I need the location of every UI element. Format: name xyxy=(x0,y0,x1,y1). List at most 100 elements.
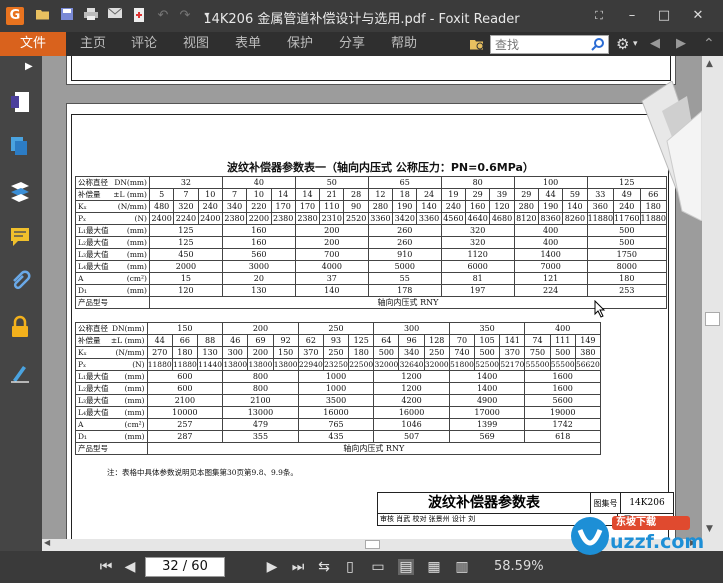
table-cell: 180 xyxy=(348,346,375,359)
close-button[interactable]: ✕ xyxy=(686,6,710,26)
table-cell: 160 xyxy=(221,224,296,237)
minimize-button[interactable]: – xyxy=(620,6,644,26)
table-cell: 23250 xyxy=(322,358,350,371)
tab-view[interactable]: 视图 xyxy=(183,32,209,56)
table-cell: 4900 xyxy=(448,394,526,407)
stroke-row: 补偿量 ±L (mm) 44 66 88 46 69 92 62 93 125 … xyxy=(74,334,602,347)
previous-page-icon[interactable]: ◀ xyxy=(122,559,138,575)
table-cell: 18 xyxy=(392,188,418,201)
table-cell: 70 xyxy=(448,334,476,347)
forward-arrow-icon[interactable]: ▶ xyxy=(676,32,686,56)
tab-help[interactable]: 帮助 xyxy=(391,32,417,56)
row-unit: (cm²) xyxy=(110,418,148,431)
table-cell: 13800 xyxy=(222,358,249,371)
model-row: 产品型号 轴向内压式 RNY xyxy=(75,296,668,309)
horizontal-scroll-thumb[interactable] xyxy=(365,540,380,549)
table-cell: 253 xyxy=(586,284,668,297)
table-cell: 11880 xyxy=(146,358,173,371)
table-cell: 44 xyxy=(537,188,564,201)
table-cell: 29 xyxy=(465,188,491,201)
model-row: 产品型号 轴向内压式 RNY xyxy=(75,442,602,455)
single-page-view-icon[interactable]: ▯ xyxy=(342,559,358,575)
scroll-left-icon[interactable]: ◀ xyxy=(44,538,50,547)
table-cell: 59 xyxy=(562,188,588,201)
table-cell: 10 xyxy=(197,188,223,201)
layers-icon[interactable] xyxy=(9,135,33,159)
table-cell: 90 xyxy=(343,200,369,213)
table-cell: 569 xyxy=(448,430,526,443)
page-number-input[interactable]: 32 / 60 xyxy=(145,557,225,577)
table-cell: 64 xyxy=(373,334,400,347)
p-label: Pₓ xyxy=(75,212,114,225)
collapse-ribbon-icon[interactable]: ⌃ xyxy=(703,32,715,56)
attachments-icon[interactable] xyxy=(9,270,33,294)
watermark-subtitle: 东坡下载 xyxy=(616,517,656,528)
fullscreen-icon[interactable]: ⛶ xyxy=(587,6,611,26)
table-cell: 52500 xyxy=(474,358,501,371)
table-cell: 200 xyxy=(294,236,369,249)
table-cell: 200 xyxy=(294,224,369,237)
back-arrow-icon[interactable]: ◀ xyxy=(650,32,660,56)
settings-gear-icon[interactable]: ⚙ xyxy=(616,32,629,56)
table-cell: 1600 xyxy=(524,370,601,383)
document-viewport[interactable]: 波纹补偿器参数表一（轴向内压式 公称压力：PN=0.6MPa） 公称直径 DN(… xyxy=(42,56,702,539)
l4-row: L₄最大值 (mm) 2000 3000 4000 5000 6000 7000… xyxy=(75,260,668,273)
search-input[interactable] xyxy=(491,36,589,53)
maximize-button[interactable]: □ xyxy=(652,6,676,26)
settings-dropdown-icon[interactable]: ▾ xyxy=(633,32,638,56)
table-cell: 39 xyxy=(489,188,515,201)
zoom-level[interactable]: 58.59% xyxy=(494,559,544,574)
tab-comment[interactable]: 评论 xyxy=(131,32,157,56)
dn-cell: 300 xyxy=(373,322,450,335)
table-cell: 320 xyxy=(440,224,515,237)
previous-view-icon[interactable]: ⇆ xyxy=(316,559,332,575)
table-cell: 200 xyxy=(247,346,274,359)
tab-home[interactable]: 主页 xyxy=(80,32,106,56)
next-page-icon[interactable]: ▶ xyxy=(264,559,280,575)
table-cell: 2400 xyxy=(197,212,223,225)
previous-page xyxy=(66,56,676,85)
comments-icon[interactable] xyxy=(9,225,33,249)
tab-file[interactable]: 文件 xyxy=(0,32,66,56)
table-cell: 180 xyxy=(171,346,198,359)
continuous-view-icon[interactable]: ▭ xyxy=(370,559,386,575)
table-cell: 74 xyxy=(524,334,551,347)
vertical-scrollbar[interactable]: ▲ ▼ xyxy=(702,56,723,539)
security-lock-icon[interactable] xyxy=(9,315,33,339)
table-cell: 140 xyxy=(294,284,369,297)
scroll-thumb[interactable] xyxy=(705,312,720,326)
table-cell: 2520 xyxy=(343,212,369,225)
table-cell: 3000 xyxy=(221,260,296,273)
bookmarks-icon[interactable] xyxy=(9,180,33,204)
expand-panel-icon[interactable]: ▶ xyxy=(25,61,33,72)
uzzf-watermark-logo: 东坡下载 uzzf.com xyxy=(568,510,718,558)
l2-row: L₂最大值 (mm) 125 160 200 260 320 400 500 xyxy=(75,236,668,249)
kx-unit: (N/mm) xyxy=(110,346,148,359)
tab-form[interactable]: 表单 xyxy=(235,32,261,56)
facing-view-icon[interactable]: ▤ xyxy=(398,559,414,575)
table-cell: 130 xyxy=(196,346,224,359)
tab-protect[interactable]: 保护 xyxy=(287,32,313,56)
last-page-icon[interactable]: ⏭ xyxy=(290,559,306,575)
table-cell: 28 xyxy=(343,188,369,201)
mouse-cursor-icon xyxy=(594,299,606,318)
scroll-up-icon[interactable]: ▲ xyxy=(706,59,713,69)
page-thumbnail-icon[interactable] xyxy=(9,90,33,114)
continuous-facing-view-icon[interactable]: ▦ xyxy=(426,559,442,575)
table-cell: 500 xyxy=(373,346,400,359)
search-box[interactable] xyxy=(490,35,609,54)
table-cell: 46 xyxy=(222,334,249,347)
navigation-panel: ▶ xyxy=(0,56,42,551)
signature-icon[interactable] xyxy=(9,360,33,384)
tab-share[interactable]: 分享 xyxy=(339,32,365,56)
row-label: A xyxy=(74,418,111,431)
search-icon[interactable] xyxy=(591,37,605,51)
first-page-icon[interactable]: ⏮ xyxy=(98,559,114,575)
separate-cover-view-icon[interactable]: ▥ xyxy=(454,559,470,575)
folder-search-icon[interactable] xyxy=(469,36,485,52)
d1-row: D₁ (mm) 120 130 140 178 197 224 253 xyxy=(75,284,668,297)
table-cell: 435 xyxy=(297,430,375,443)
table-cell: 2380 xyxy=(221,212,248,225)
table-cell: 1600 xyxy=(524,382,601,395)
table-cell: 260 xyxy=(367,236,442,249)
